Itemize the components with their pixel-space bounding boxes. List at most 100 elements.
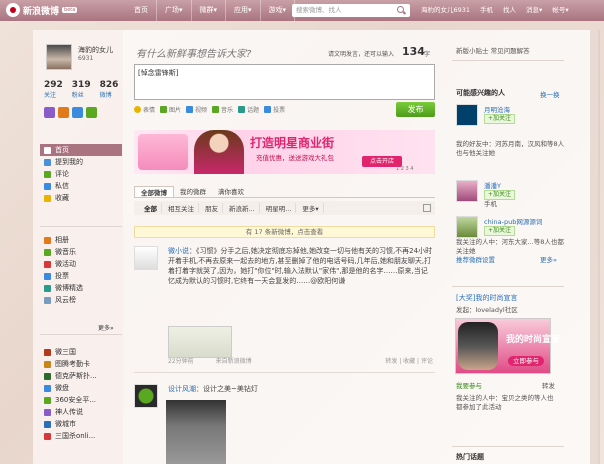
nav-find-people[interactable]: 找人 [498,0,521,21]
stat-followers[interactable]: 319 粉丝 [72,80,91,99]
tool-vote[interactable]: 投票 [264,105,285,114]
suggest-avatar[interactable] [456,180,478,202]
suggest-name[interactable]: 潘潘Y [484,180,501,190]
search-input[interactable]: 搜索微博、找人 [292,4,410,17]
nav-profile[interactable]: 海豹的女儿6931 [416,0,475,21]
post-author[interactable]: 设计风潮 [168,385,196,393]
post-author[interactable]: 微小说 [168,247,189,255]
sidebar-item-photos[interactable]: 相册 [40,234,122,246]
vote-icon [264,106,272,113]
collapse-icon[interactable] [423,204,431,212]
suggest-avatar[interactable] [456,216,478,238]
sidebar-item-ranking[interactable]: 风云榜 [40,294,122,306]
nav-account[interactable]: 帐号▾ [547,0,573,21]
scrollbar[interactable] [590,30,600,464]
suggest-refresh-link[interactable]: 换一换 [540,89,560,99]
ad-banner[interactable]: 打造明星商业街 充值优惠，送送游戏大礼包 点击开店 1 2 3 4 [134,130,435,174]
tool-label: 投票 [273,107,286,114]
sidebar-item-comments[interactable]: 评论 [40,168,122,180]
sidebar-app-item[interactable]: 神人传说 [40,406,122,418]
search-icon[interactable] [396,5,407,16]
post-avatar[interactable] [134,384,158,408]
sidebar-item-home[interactable]: 首页 [40,144,122,156]
nav-mobile[interactable]: 手机 [475,0,498,21]
tab-my-groups[interactable]: 我的微群 [174,186,212,197]
event-join-link[interactable]: 我要参与 [456,380,482,390]
nav-groups[interactable]: 微群▾ [192,0,227,21]
event-join-now-button[interactable]: 立即参与 [508,356,544,366]
app-sanguosha-icon [44,432,51,440]
video-icon [186,106,194,113]
sidebar-item-mentions[interactable]: 提到我的 [40,156,122,168]
vip-icon[interactable] [44,107,55,118]
tool-image[interactable]: 图片 [160,105,181,114]
tab-likes[interactable]: 满你喜欢 [212,186,250,197]
tips-link[interactable]: 新版小贴士 常见问题解答 [456,45,530,55]
post-avatar[interactable] [134,246,158,270]
sidebar-app-item[interactable]: 图腾考勤卡 [40,358,122,370]
new-posts-notice[interactable]: 有 17 条新微博，点击查看 [134,226,435,238]
sidebar-item-messages[interactable]: 私信 [40,180,122,192]
filter-mutual[interactable]: 相互关注 [164,203,199,213]
follow-button[interactable]: +加关注 [484,226,516,236]
app-icon[interactable] [86,107,97,118]
profile-id: 6931 [78,55,94,62]
filter-celebrities[interactable]: 明星明... [262,203,297,213]
filter-all[interactable]: 全部 [140,203,162,213]
sidebar-item-label: 神人传说 [55,408,83,416]
post-image[interactable] [168,326,232,358]
stat-posts[interactable]: 826 微博 [100,80,119,99]
sidebar-item-label: 微活动 [55,260,76,268]
suggest-name[interactable]: 月明沧海 [484,104,510,114]
medal-icon[interactable] [58,107,69,118]
filter-friends[interactable]: 朋友 [201,203,223,213]
sidebar-item-vote[interactable]: 投票 [40,270,122,282]
suggest-name[interactable]: china-pub网源源词 [484,216,542,226]
stat-following[interactable]: 292 关注 [44,80,63,99]
tool-video[interactable]: 视频 [186,105,207,114]
phone-icon[interactable] [72,107,83,118]
sidebar-item-featured[interactable]: 微博精选 [40,282,122,294]
sidebar-item-label: 提到我的 [55,158,83,166]
post-time[interactable]: 22分钟前 [168,358,194,365]
sidebar-app-item[interactable]: 微盘 [40,382,122,394]
group-settings-link[interactable]: 推荐微群设置 [456,254,495,264]
suggest-more-link[interactable]: 更多» [540,254,557,264]
post-actions[interactable]: 转发 | 收藏 | 评论 [385,356,433,365]
post-image[interactable] [166,400,226,464]
post-source[interactable]: 来自新浪微博 [216,358,252,365]
sidebar-item-events[interactable]: 微活动 [40,258,122,270]
nav-games[interactable]: 游戏▾ [261,0,296,21]
compose-char-count: 134 [402,45,425,58]
publish-button[interactable]: 发布 [396,102,435,117]
follow-button[interactable]: +加关注 [484,114,516,124]
profile-name[interactable]: 海豹的女儿 [78,45,113,55]
sidebar-more-link[interactable]: 更多» [98,323,114,332]
event-forward-link[interactable]: 转发 [542,380,555,390]
nav-home[interactable]: 首页 [126,0,157,21]
filter-more[interactable]: 更多▾ [298,203,324,213]
compose-textarea[interactable]: [悼念雷锋斯] [134,64,435,100]
sidebar-item-music[interactable]: 微音乐 [40,246,122,258]
app-totem-icon [44,360,51,368]
follow-button[interactable]: +加关注 [484,190,516,200]
suggest-avatar[interactable] [456,104,478,126]
nav-square[interactable]: 广场▾ [157,0,192,21]
sidebar-app-item[interactable]: 360安全平... [40,394,122,406]
sidebar-item-favorites[interactable]: 收藏 [40,192,122,204]
banner-pager[interactable]: 1 2 3 4 [396,166,414,172]
nav-apps[interactable]: 应用▾ [226,0,261,21]
weibo-logo[interactable]: 新浪微博 beta [6,3,78,17]
event-title[interactable]: [大奖]我的时尚宣言 [456,293,517,303]
filter-sina-news[interactable]: 新浪新... [225,203,260,213]
sidebar-app-item[interactable]: 德克萨斯扑... [40,370,122,382]
nav-messages[interactable]: 消息▾ [521,0,547,21]
tool-music[interactable]: 音乐 [212,105,233,114]
tab-all-posts[interactable]: 全部微博 [134,186,174,197]
tool-topic[interactable]: 话题 [238,105,259,114]
sidebar-app-item[interactable]: 三国杀onli... [40,430,122,442]
avatar[interactable] [46,44,72,70]
sidebar-app-item[interactable]: 微城市 [40,418,122,430]
sidebar-app-item[interactable]: 微三国 [40,346,122,358]
tool-emoji[interactable]: 表情 [134,105,155,114]
